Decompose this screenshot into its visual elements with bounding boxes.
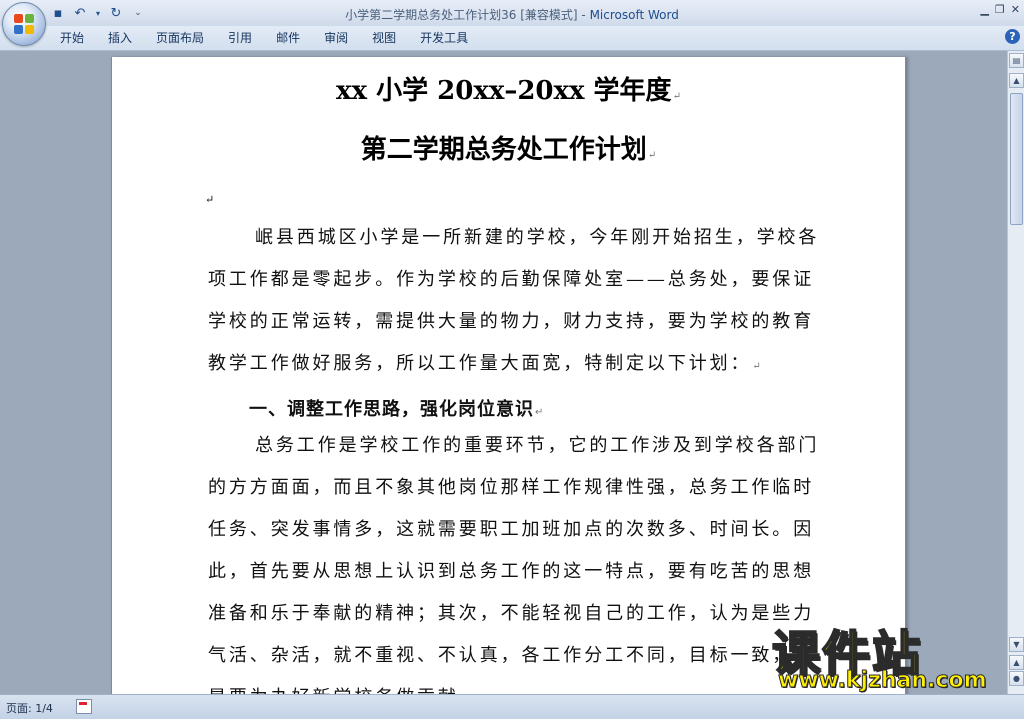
title-bar: ▪ ↶ ▾ ↻ ⌄ 小学第二学期总务处工作计划36 [兼容模式] - Micro… (0, 0, 1024, 27)
ribbon-tab-bar: 开始 插入 页面布局 引用 邮件 审阅 视图 开发工具 (0, 26, 1024, 51)
document-area[interactable]: xx 小学 20xx–20xx 学年度↵ 第二学期总务处工作计划↵ ↵ 岷县西城… (0, 51, 1007, 694)
status-bar: 页面: 1/4 (0, 694, 1024, 719)
body-line-11: 是要为办好新学校务做贡献 (208, 683, 459, 694)
tab-view[interactable]: 视图 (360, 30, 408, 46)
empty-paragraph-mark: ↵ (205, 193, 218, 206)
office-logo-icon (14, 14, 34, 34)
tab-developer[interactable]: 开发工具 (408, 30, 480, 46)
office-button[interactable] (2, 2, 46, 46)
doc-title-line2: 第二学期总务处工作计划↵ (360, 135, 657, 165)
body-line-5: 总务工作是学校工作的重要环节，它的工作涉及到学校各部门 (255, 435, 820, 456)
window-title-app: Microsoft Word (589, 8, 679, 22)
section-heading-1: 一、调整工作思路，强化岗位意识↵ (249, 399, 545, 420)
tab-page-layout[interactable]: 页面布局 (144, 30, 216, 46)
body-line-10: 气活、杂活，就不重视、不认真，各工作分工不同，目标一致，都 (208, 645, 815, 666)
close-icon[interactable]: ✕ (1011, 3, 1020, 16)
scroll-thumb[interactable] (1010, 93, 1023, 225)
previous-page-icon[interactable]: ▲ (1009, 655, 1024, 670)
body-line-8: 此，首先要从思想上认识到总务工作的这一特点，要有吃苦的思想 (208, 561, 815, 582)
ribbon-tabs: 开始 插入 页面布局 引用 邮件 审阅 视图 开发工具 (48, 30, 480, 46)
body-line-7: 任务、突发事情多，这就需要职工加班加点的次数多、时间长。因 (208, 519, 815, 540)
scroll-down-icon[interactable]: ▼ (1009, 637, 1024, 652)
body-line-2: 项工作都是零起步。作为学校的后勤保障处室——总务处，要保证 (208, 269, 815, 290)
window-controls: ▁ ❐ ✕ (980, 3, 1020, 16)
document-page[interactable]: xx 小学 20xx–20xx 学年度↵ 第二学期总务处工作计划↵ ↵ 岷县西城… (111, 57, 906, 694)
tab-review[interactable]: 审阅 (312, 30, 360, 46)
minimize-icon[interactable]: ▁ (980, 3, 988, 16)
vertical-scrollbar[interactable]: ▤ ▲ ▼ ▲ ● (1007, 51, 1024, 694)
tab-references[interactable]: 引用 (216, 30, 264, 46)
proofing-icon[interactable] (76, 699, 92, 714)
body-line-6: 的方方面面，而且不象其他岗位那样工作规律性强，总务工作临时 (208, 477, 815, 498)
body-line-1: 岷县西城区小学是一所新建的学校，今年刚开始招生，学校各 (255, 227, 820, 248)
window-title-doc: 小学第二学期总务处工作计划36 [兼容模式] - (345, 8, 590, 22)
body-line-4: 教学工作做好服务，所以工作量大面宽，特制定以下计划：↵ (208, 353, 764, 374)
watermark-logo: 课件站 www.kjzhan.com (771, 614, 1008, 694)
restore-icon[interactable]: ❐ (995, 3, 1005, 16)
watermark-url: www.kjzhan.com (778, 668, 988, 694)
tab-home[interactable]: 开始 (48, 30, 96, 46)
help-icon[interactable]: ? (1005, 29, 1020, 44)
select-browse-object-icon[interactable]: ● (1009, 671, 1024, 686)
status-page-count[interactable]: 页面: 1/4 (6, 700, 53, 716)
tab-insert[interactable]: 插入 (96, 30, 144, 46)
doc-title-line1: xx 小学 20xx–20xx 学年度↵ (336, 76, 681, 106)
body-line-9: 准备和乐于奉献的精神；其次，不能轻视自己的工作，认为是些力 (208, 603, 815, 624)
body-line-3: 学校的正常运转，需提供大量的物力，财力支持，要为学校的教育 (208, 311, 815, 332)
ruler-toggle-icon[interactable]: ▤ (1009, 53, 1024, 68)
tab-mailings[interactable]: 邮件 (264, 30, 312, 46)
scroll-up-icon[interactable]: ▲ (1009, 73, 1024, 88)
window-title: 小学第二学期总务处工作计划36 [兼容模式] - Microsoft Word (0, 6, 1024, 23)
